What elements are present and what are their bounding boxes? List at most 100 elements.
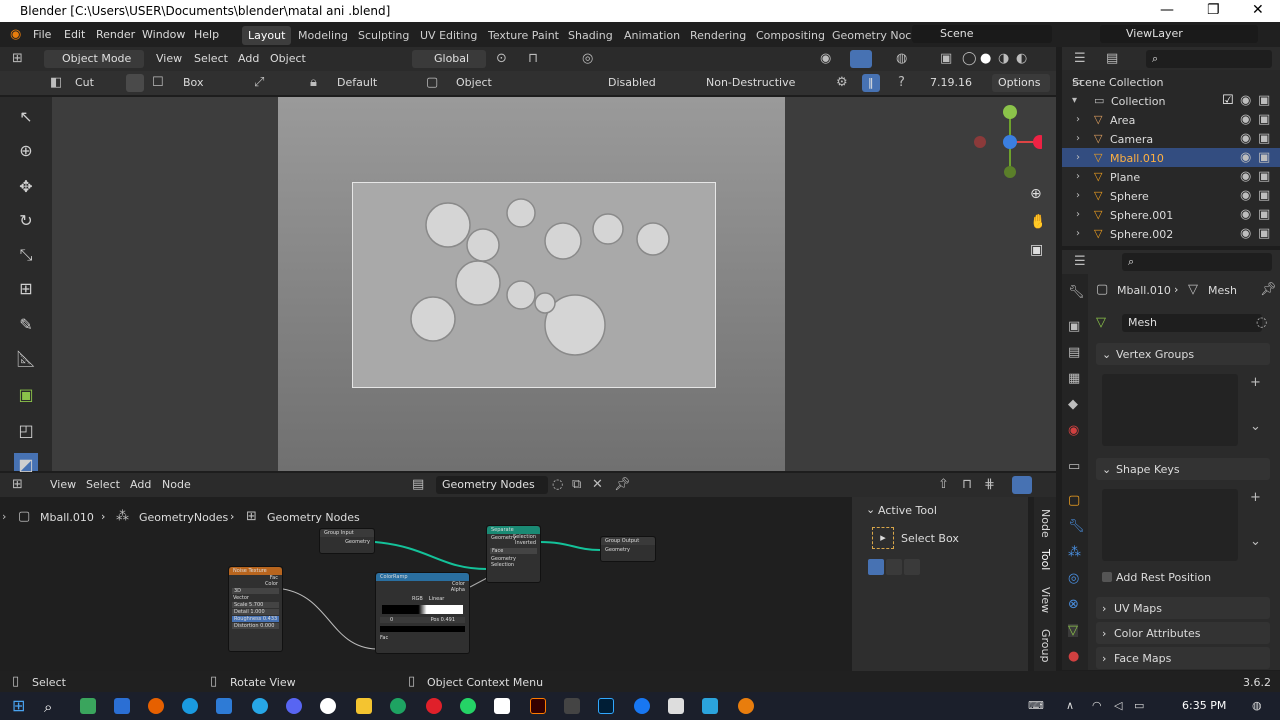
- non-destructive-dropdown[interactable]: Non-Destructive: [706, 76, 795, 89]
- store-icon[interactable]: [114, 698, 130, 714]
- box-select-icon[interactable]: ☐: [152, 76, 164, 89]
- add-shape-key-icon[interactable]: +: [1250, 491, 1261, 504]
- eye-icon[interactable]: ◉: [1240, 94, 1251, 107]
- pin-icon[interactable]: 📌︎: [614, 478, 631, 491]
- pause-icon[interactable]: ‖: [862, 74, 880, 92]
- camera-view-icon[interactable]: ▣: [1030, 242, 1042, 258]
- select-mode-extend-icon[interactable]: [886, 559, 902, 575]
- node-group-input[interactable]: Group Input Geometry: [319, 528, 375, 554]
- properties-type-icon[interactable]: ☰: [1074, 255, 1086, 268]
- outliner-row-collection[interactable]: ▾ ▭ Collection ☑ ◉ ▣: [1062, 91, 1280, 110]
- node-menu-select[interactable]: Select: [86, 478, 120, 491]
- mode-dropdown[interactable]: Object Mode: [44, 50, 144, 68]
- outliner-row-object[interactable]: › ▽ Plane ◉ ▣: [1062, 167, 1280, 186]
- vertex-group-menu-icon[interactable]: ⌄: [1250, 420, 1261, 433]
- options-dropdown[interactable]: Options: [992, 74, 1050, 92]
- eye-icon[interactable]: ◉: [1240, 151, 1251, 164]
- battery-icon[interactable]: ▭: [1134, 699, 1144, 712]
- scene-tab-icon[interactable]: ◆: [1068, 398, 1078, 411]
- tab-view[interactable]: View: [1039, 587, 1052, 613]
- node-group-output[interactable]: Group Output Geometry: [600, 536, 656, 562]
- eye-icon[interactable]: ◉: [1240, 227, 1251, 240]
- object-tab-icon[interactable]: ▢: [1068, 494, 1080, 507]
- object-dropdown[interactable]: Object: [456, 76, 492, 89]
- pin-icon[interactable]: 📌︎: [1260, 283, 1277, 296]
- file-explorer-icon[interactable]: [356, 698, 372, 714]
- help-icon[interactable]: ?: [898, 76, 905, 89]
- menu-edit[interactable]: Edit: [64, 28, 85, 41]
- volume-icon[interactable]: ◁: [1114, 699, 1122, 712]
- carver-tool-icon[interactable]: ◰: [14, 419, 38, 443]
- tab-tool[interactable]: Tool: [1039, 549, 1052, 570]
- expand-arrow-icon[interactable]: ›: [1076, 113, 1080, 126]
- node-noise-texture[interactable]: Noise Texture Fac Color 3D Vector Scale …: [228, 566, 283, 652]
- editor-type-icon[interactable]: ⊞: [12, 52, 23, 65]
- noise-scale-field[interactable]: Scale 5.700: [232, 602, 279, 608]
- active-tool-name[interactable]: Select Box: [901, 532, 959, 545]
- node-overlays-toggle[interactable]: [1012, 476, 1032, 494]
- disabled-dropdown[interactable]: Disabled: [608, 76, 656, 89]
- eye-icon[interactable]: ◉: [1240, 132, 1251, 145]
- snap-icon[interactable]: ⊓: [528, 52, 538, 65]
- search-icon[interactable]: ⌕: [44, 698, 60, 716]
- ramp-stop-index[interactable]: 0: [390, 617, 393, 623]
- properties-search-input[interactable]: ⌕: [1122, 253, 1272, 271]
- panel-vertex-groups[interactable]: ⌄ Vertex Groups: [1096, 343, 1270, 365]
- z-axis-icon[interactable]: [1003, 135, 1017, 149]
- tab-compositing[interactable]: Compositing: [756, 29, 825, 42]
- pivot-icon[interactable]: ⊙: [496, 52, 507, 65]
- resize-icon[interactable]: ⤢: [254, 76, 264, 89]
- parent-node-tree-icon[interactable]: ⇧: [938, 478, 949, 491]
- material-shading-icon[interactable]: ◑: [998, 52, 1009, 65]
- node-menu-node[interactable]: Node: [162, 478, 191, 491]
- modifier-tab-icon[interactable]: 🔧︎: [1068, 520, 1085, 533]
- constraints-tab-icon[interactable]: ⊗: [1068, 598, 1079, 611]
- unlink-close-icon[interactable]: ✕: [592, 478, 603, 491]
- opera-icon[interactable]: [426, 698, 442, 714]
- node-editor-type-icon[interactable]: ⊞: [12, 478, 23, 491]
- ramp-stop-color[interactable]: [380, 626, 465, 632]
- proportional-edit-icon[interactable]: ◎: [582, 52, 593, 65]
- outliner-row-object[interactable]: › ▽ Area ◉ ▣: [1062, 110, 1280, 129]
- outliner-row-object[interactable]: › ▽ Sphere.001 ◉ ▣: [1062, 205, 1280, 224]
- add-cube-tool-icon[interactable]: ▣: [14, 383, 38, 407]
- minimize-button[interactable]: —: [1160, 2, 1174, 18]
- keyboard-icon[interactable]: ⌨: [1028, 699, 1044, 712]
- menu-help[interactable]: Help: [194, 28, 219, 41]
- material-tab-icon[interactable]: ●: [1068, 650, 1079, 663]
- panel-shape-keys[interactable]: ⌄ Shape Keys: [1096, 458, 1270, 480]
- render-camera-icon[interactable]: ▣: [1258, 208, 1270, 221]
- telegram-icon[interactable]: [252, 698, 268, 714]
- blender-logo-icon[interactable]: ◉: [10, 28, 21, 41]
- noise-dimensions-dropdown[interactable]: 3D: [232, 588, 279, 594]
- illustrator-icon[interactable]: [530, 698, 546, 714]
- clock[interactable]: 6:35 PM: [1182, 699, 1226, 712]
- eye-icon[interactable]: ◉: [1240, 208, 1251, 221]
- collapse-arrow-icon[interactable]: ⌄: [866, 503, 875, 516]
- node-snap-icon[interactable]: ⊓: [962, 478, 972, 491]
- cut-label[interactable]: Cut: [75, 76, 94, 89]
- ramp-stop-position[interactable]: Pos 0.491: [431, 617, 455, 623]
- notification-icon[interactable]: ◍: [1252, 699, 1262, 712]
- viewlayer-selector[interactable]: ViewLayer: [1100, 25, 1258, 43]
- tab-modeling[interactable]: Modeling: [298, 29, 348, 42]
- menu-render[interactable]: Render: [96, 28, 135, 41]
- add-rest-position-checkbox[interactable]: [1102, 572, 1112, 582]
- discord-icon[interactable]: [286, 698, 302, 714]
- widgets-icon[interactable]: [80, 698, 96, 714]
- viewport-menu-view[interactable]: View: [156, 52, 182, 65]
- output-tab-icon[interactable]: ▤: [1068, 346, 1080, 359]
- carver-active-tool-icon[interactable]: ◩: [14, 453, 38, 474]
- noise-detail-field[interactable]: Detail 1.000: [232, 609, 279, 615]
- rotate-tool-icon[interactable]: ↻: [14, 209, 38, 233]
- tool-tab-icon[interactable]: 🔧︎: [1068, 286, 1085, 299]
- tab-uv-editing[interactable]: UV Editing: [420, 29, 477, 42]
- render-camera-icon[interactable]: ▣: [1258, 132, 1270, 145]
- wifi-icon[interactable]: ◠: [1092, 699, 1102, 712]
- display-mode-icon[interactable]: ▤: [1106, 52, 1118, 65]
- neg-y-axis-icon[interactable]: [1004, 166, 1016, 178]
- navigation-gizmo[interactable]: ⊕ ✋ ▣: [970, 102, 1042, 262]
- physics-tab-icon[interactable]: ◎: [1068, 572, 1079, 585]
- panel-face-maps[interactable]: › Face Maps: [1096, 647, 1270, 669]
- active-tool-section[interactable]: Active Tool: [878, 504, 937, 517]
